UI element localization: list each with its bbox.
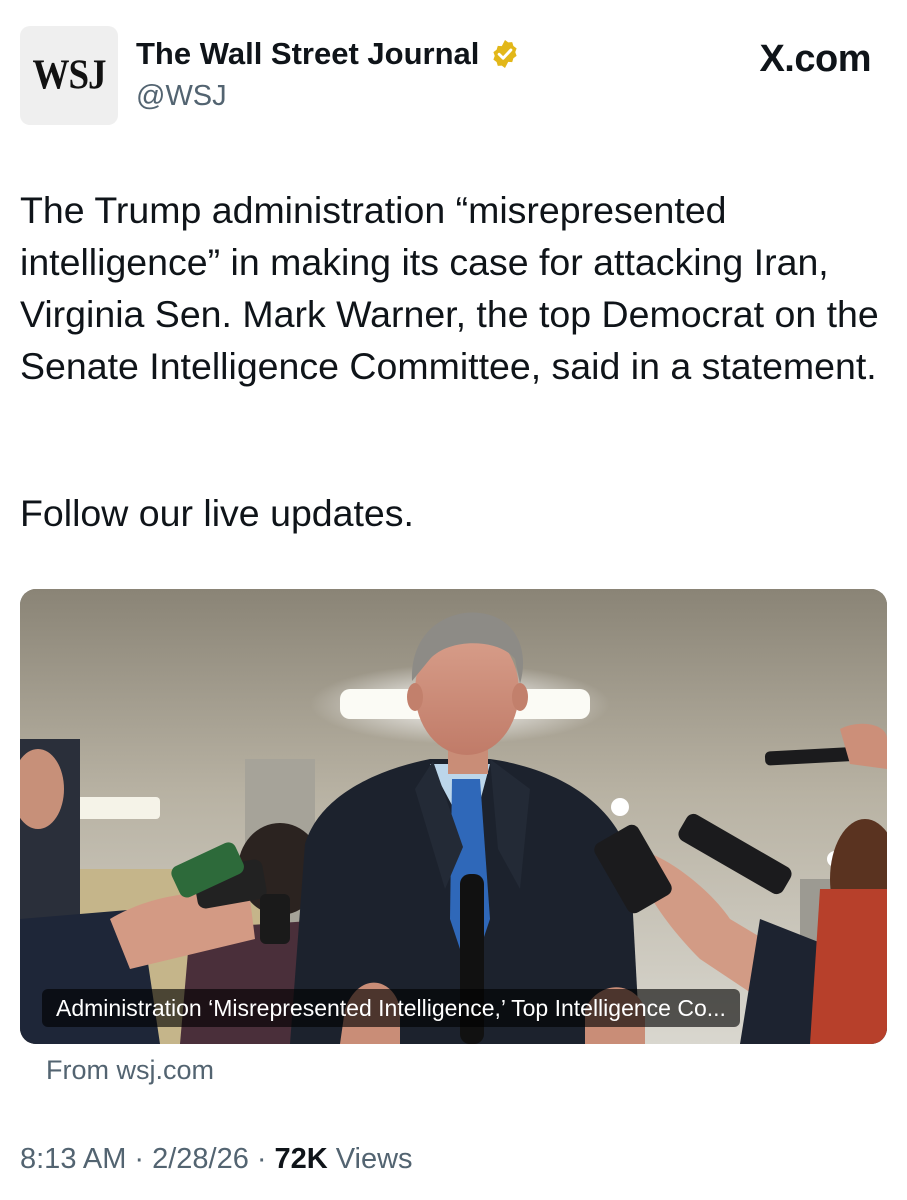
link-card-title[interactable]: Administration ‘Misrepresented Intellige… <box>42 989 740 1027</box>
author-name[interactable]: The Wall Street Journal <box>136 36 479 72</box>
avatar-logo-text: WSJ <box>32 51 106 100</box>
tweet-metadata: 8:13 AM · 2/28/26 · 72K Views <box>20 1143 413 1176</box>
source-label: X.com <box>759 38 871 80</box>
verified-badge-icon <box>493 40 517 68</box>
views-label: Views <box>335 1143 413 1175</box>
article-photo <box>20 589 887 1044</box>
tweet-time[interactable]: 8:13 AM <box>20 1143 126 1176</box>
meta-separator: · <box>134 1143 145 1175</box>
author-name-row: The Wall Street Journal <box>136 36 521 72</box>
views-count[interactable]: 72K <box>275 1143 328 1176</box>
tweet-text: The Trump administration “misrepresented… <box>20 189 879 387</box>
link-preview-card[interactable]: Administration ‘Misrepresented Intellige… <box>20 589 887 1044</box>
follow-updates-text: Follow our live updates. <box>20 492 414 534</box>
meta-separator-2: · <box>256 1143 267 1175</box>
wsj-avatar[interactable]: WSJ <box>20 26 118 125</box>
link-domain[interactable]: From wsj.com <box>46 1055 214 1086</box>
author-handle[interactable]: @WSJ <box>136 80 227 113</box>
tweet-date[interactable]: 2/28/26 <box>152 1143 249 1176</box>
